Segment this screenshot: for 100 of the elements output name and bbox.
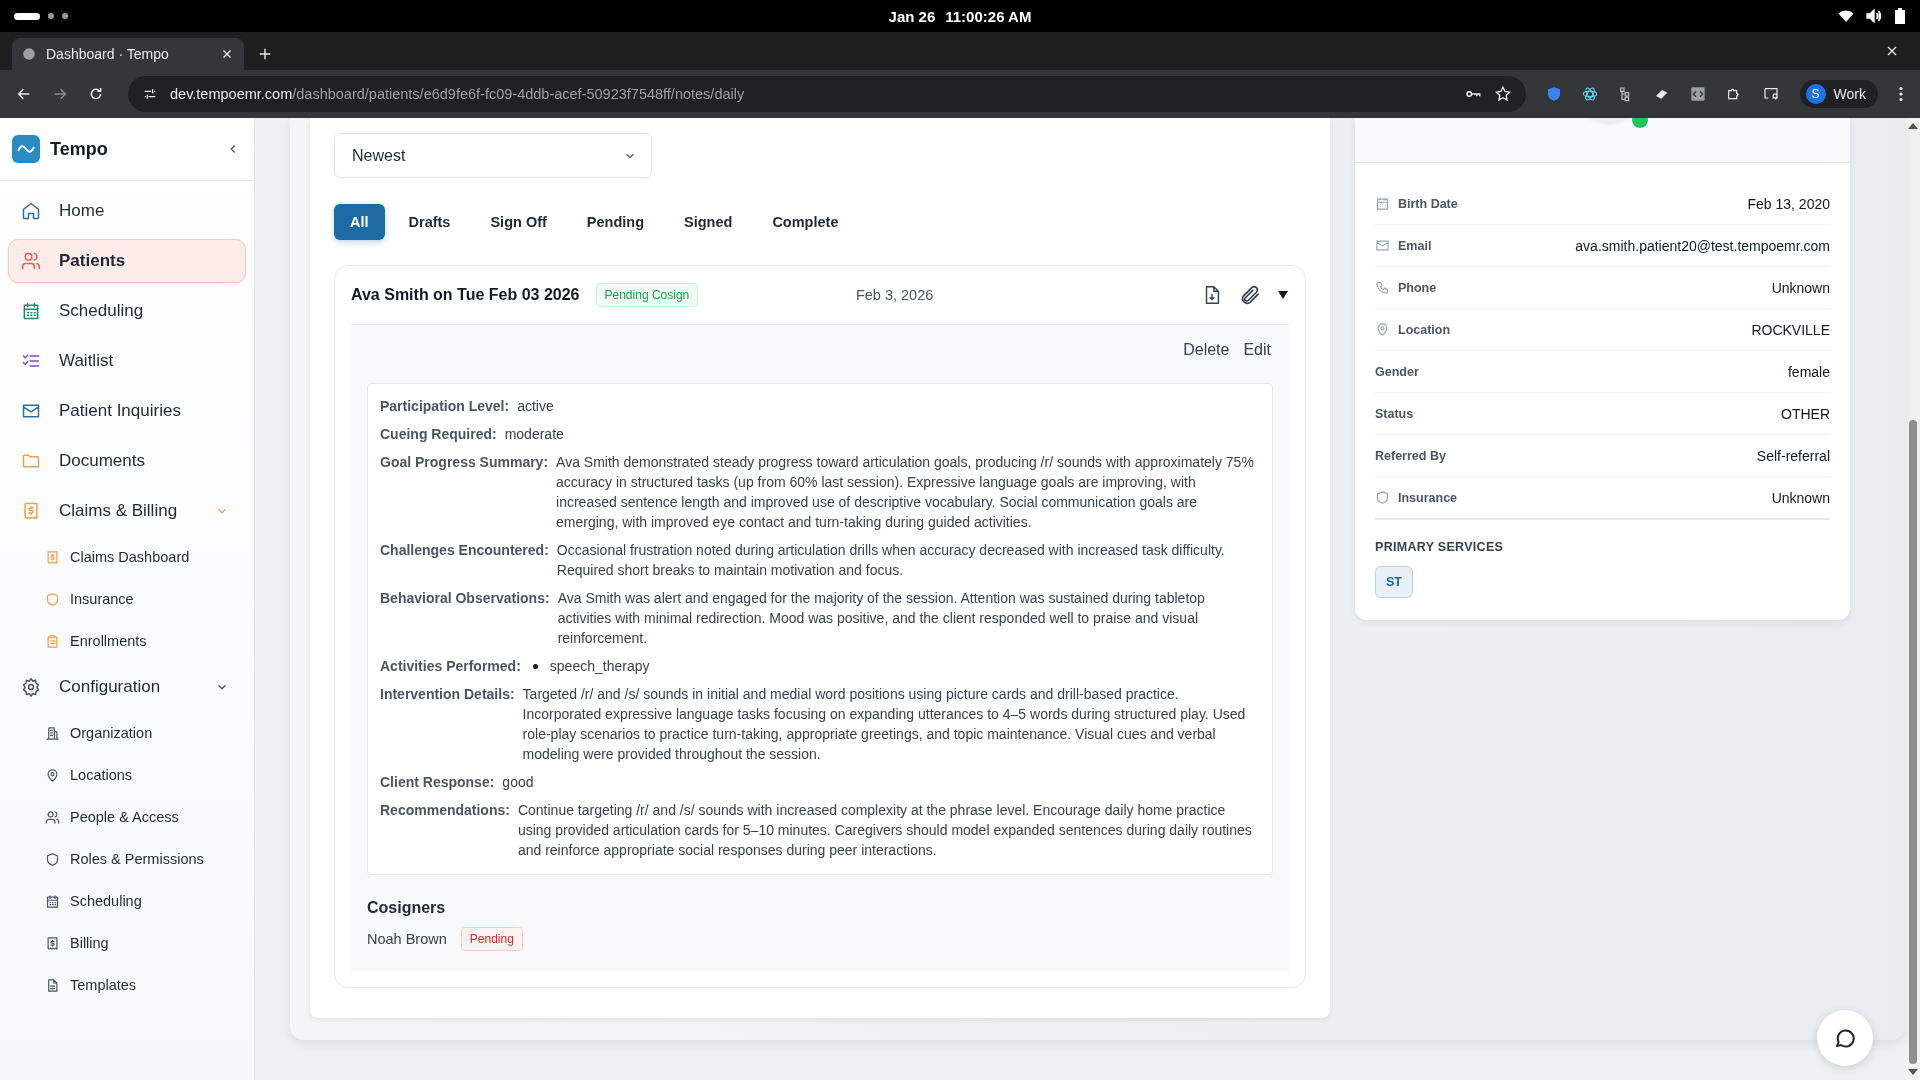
shield-icon[interactable] — [1545, 86, 1562, 102]
filter-tab[interactable]: Drafts — [392, 204, 467, 240]
nav-item[interactable]: Patient Inquiries — [8, 389, 246, 433]
detail-label: Location — [1398, 322, 1452, 337]
field-label: Client Response: — [380, 773, 495, 792]
calendar-icon — [1375, 196, 1390, 211]
menu-icon[interactable] — [1898, 86, 1904, 102]
folder-icon — [21, 451, 41, 471]
nav-subitem[interactable]: Insurance — [8, 581, 246, 617]
bullet-icon — [532, 663, 538, 669]
mail-icon — [21, 401, 41, 421]
detail-value: Self-referral — [1756, 447, 1830, 464]
battery-icon[interactable] — [1894, 8, 1906, 24]
nav-subitem[interactable]: Billing — [8, 925, 246, 961]
detail-label: Status — [1375, 406, 1415, 421]
calendar-icon — [21, 301, 41, 321]
settings-icon — [21, 677, 41, 697]
close-icon[interactable] — [1886, 45, 1898, 57]
puzzle-icon[interactable] — [1725, 86, 1742, 102]
filter-tab[interactable]: Sign Off — [474, 204, 563, 240]
field-value: Occasional frustration noted during articulation drills when accuracy decreased with increased task difficulty. Required short breaks to maintain motivation and focus. — [556, 541, 1226, 580]
field-label: Participation Level: — [380, 397, 510, 416]
shield-icon — [1375, 490, 1390, 505]
wifi-icon[interactable] — [1838, 9, 1854, 23]
scroll-up-icon[interactable] — [1907, 122, 1918, 130]
nav-item[interactable]: Scheduling — [8, 289, 246, 333]
nav-item[interactable]: Claims & Billing — [8, 489, 246, 533]
detail-label: Email — [1398, 238, 1433, 253]
filter-tab[interactable]: All — [334, 204, 385, 240]
nav-subitem[interactable]: Scheduling — [8, 883, 246, 919]
back-icon[interactable] — [16, 86, 32, 102]
nav-subitem[interactable]: Roles & Permissions — [8, 841, 246, 877]
filter-tab[interactable]: Pending — [570, 204, 661, 240]
detail-label: Referred By — [1375, 448, 1447, 463]
detail-label: Gender — [1375, 364, 1420, 379]
field-value: moderate — [504, 425, 565, 444]
nav-subitem[interactable]: People & Access — [8, 799, 246, 835]
status-badge: Pending — [460, 927, 523, 951]
reload-icon[interactable] — [88, 86, 104, 102]
action-link[interactable]: Edit — [1241, 337, 1273, 363]
logo-icon — [12, 135, 40, 163]
shield-icon — [45, 591, 60, 607]
forward-icon[interactable] — [52, 86, 68, 102]
tab-search-icon[interactable] — [1761, 86, 1780, 102]
detail-value: OTHER — [1781, 405, 1830, 422]
detail-value: ava.smith.patient20@test.tempoemr.com — [1575, 237, 1830, 254]
volume-icon[interactable] — [1866, 9, 1882, 23]
nav-item[interactable]: Patients — [8, 239, 246, 283]
location-pin-icon — [45, 767, 60, 783]
field-label: Behavioral Observations: — [380, 589, 550, 608]
mail-icon — [1375, 238, 1390, 253]
nav-item[interactable]: Waitlist — [8, 339, 246, 383]
nav-item[interactable]: Home — [8, 189, 246, 233]
browser-tab[interactable]: Dashboard · Tempo — [12, 38, 244, 70]
field-value: speech_therapy — [549, 657, 650, 676]
action-link[interactable]: Delete — [1181, 337, 1232, 363]
chat-button[interactable] — [1817, 1010, 1873, 1066]
field-value: Targeted /r/ and /s/ sounds in initial and medial word positions using picture cards and drill-based practice. Incorporated expressive language tasks focusing on expanding utterances to 4–5 words during structured play. Used role-play scenarios to practice turn-taking, appropriate greetings, and topic maintenance. Visual cues and verbal modeling were provided throughout the session. — [522, 685, 1247, 764]
receipt-icon — [45, 549, 60, 565]
cosigner-name: Noah Brown — [367, 931, 447, 947]
filter-tab[interactable]: Signed — [668, 204, 749, 240]
nav-subitem[interactable]: Templates — [8, 967, 246, 1003]
detail-label: Phone — [1398, 280, 1438, 295]
star-icon[interactable] — [1493, 85, 1512, 103]
clock-date: Jan 26 — [888, 7, 936, 25]
nav-item[interactable]: Configuration — [8, 665, 246, 709]
building-icon — [45, 725, 60, 741]
caret-icon[interactable] — [1277, 289, 1289, 301]
atom-icon[interactable] — [1581, 86, 1598, 102]
detail-value: Unknown — [1771, 279, 1830, 296]
service-tag: ST — [1375, 566, 1413, 598]
detail-value: ROCKVILLE — [1751, 321, 1830, 338]
new-tab-icon[interactable] — [258, 47, 272, 61]
scroll-down-icon[interactable] — [1907, 1068, 1918, 1076]
code-icon[interactable] — [1689, 86, 1706, 102]
field-label: Goal Progress Summary: — [380, 453, 549, 472]
sort-select[interactable]: Newest — [334, 133, 652, 178]
nav-item[interactable]: Documents — [8, 439, 246, 483]
nav-subitem[interactable]: Enrollments — [8, 623, 246, 659]
nav-subitem[interactable]: Claims Dashboard — [8, 539, 246, 575]
detail-label: Insurance — [1398, 490, 1459, 505]
section-title: PRIMARY SERVICES — [1375, 540, 1505, 554]
clipboard-icon — [45, 633, 60, 649]
field-value: Ava Smith was alert and engaged for the majority of the session. Attention was sustained during tabletop activities with minimal redirection. Mood was positive, and the client responded well to praise and visual reinforcement. — [557, 589, 1206, 648]
workspace-dot[interactable] — [62, 13, 68, 19]
field-value: Continue targeting /r/ and /s/ sounds with increased complexity at the phrase level. Encourage daily home practice using provided articulation cards for 5–10 minutes. Caregivers should model expanded sentences during daily routines and reinforce appropriate social responses during peer interactions. — [517, 801, 1253, 860]
workspace-dot[interactable] — [48, 13, 54, 19]
paperclip-icon[interactable] — [1239, 284, 1261, 306]
home-icon — [21, 201, 41, 221]
scrollbar-thumb[interactable] — [1908, 420, 1917, 1064]
field-label: Activities Performed: — [380, 657, 521, 676]
profile-button[interactable]: S Work — [1799, 80, 1878, 108]
nav-subitem[interactable]: Organization — [8, 715, 246, 751]
filter-tab[interactable]: Complete — [756, 204, 855, 240]
globe-icon — [22, 47, 36, 61]
phone-icon — [1375, 280, 1390, 295]
site-settings-icon[interactable] — [142, 86, 158, 102]
nav-subitem[interactable]: Locations — [8, 757, 246, 793]
section-title: Cosigners — [367, 899, 447, 917]
workspace-indicator[interactable] — [14, 12, 40, 20]
